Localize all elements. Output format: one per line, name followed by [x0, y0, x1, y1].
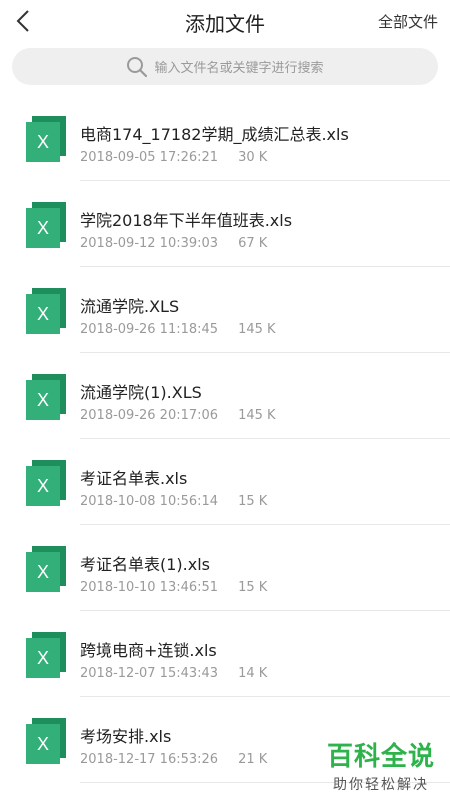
file-size: 15 K [238, 494, 268, 509]
file-item[interactable]: X 考场安排.xls 2018-12-17 16:53:26 21 K [0, 697, 450, 783]
file-name: 电商174_17182学期_成绩汇总表.xls [80, 125, 349, 144]
svg-text:X: X [37, 218, 49, 238]
file-meta: 2018-09-12 10:39:03 67 K [80, 236, 267, 251]
file-item[interactable]: X 学院2018年下半年值班表.xls 2018-09-12 10:39:03 6… [0, 181, 450, 267]
file-meta: 2018-09-26 11:18:45 145 K [80, 322, 276, 337]
file-date: 2018-09-26 11:18:45 [80, 322, 219, 337]
file-item[interactable]: X 考证名单表(1).xls 2018-10-10 13:46:51 15 K [0, 525, 450, 611]
file-size: 145 K [238, 408, 276, 423]
svg-text:X: X [37, 648, 49, 668]
file-date: 2018-09-26 20:17:06 [80, 408, 219, 423]
file-date: 2018-12-17 16:53:26 [80, 752, 219, 767]
search-bar[interactable]: 输入文件名或关键字进行搜索 [12, 48, 438, 85]
excel-file-icon: X [26, 546, 66, 592]
back-arrow-icon[interactable] [12, 8, 38, 34]
file-item[interactable]: X 考证名单表.xls 2018-10-08 10:56:14 15 K [0, 439, 450, 525]
file-list: X 电商174_17182学期_成绩汇总表.xls 2018-09-05 17:… [0, 95, 450, 783]
file-date: 2018-10-10 13:46:51 [80, 580, 219, 595]
excel-file-icon: X [26, 460, 66, 506]
file-date: 2018-09-12 10:39:03 [80, 236, 219, 251]
excel-file-icon: X [26, 374, 66, 420]
header: 添加文件 全部文件 [0, 0, 450, 42]
file-size: 67 K [238, 236, 268, 251]
file-item[interactable]: X 流通学院.XLS 2018-09-26 11:18:45 145 K [0, 267, 450, 353]
search-icon [127, 56, 148, 77]
excel-file-icon: X [26, 116, 66, 162]
file-name: 流通学院.XLS [80, 297, 180, 316]
file-item[interactable]: X 跨境电商+连锁.xls 2018-12-07 15:43:43 14 K [0, 611, 450, 697]
divider [80, 782, 450, 783]
file-size: 15 K [238, 580, 268, 595]
excel-file-icon: X [26, 632, 66, 678]
svg-text:X: X [37, 304, 49, 324]
excel-file-icon: X [26, 202, 66, 248]
svg-text:X: X [37, 734, 49, 754]
search-placeholder: 输入文件名或关键字进行搜索 [154, 61, 324, 76]
file-date: 2018-10-08 10:56:14 [80, 494, 219, 509]
svg-text:X: X [37, 390, 49, 410]
file-meta: 2018-12-17 16:53:26 21 K [80, 752, 267, 767]
file-name: 流通学院(1).XLS [80, 383, 202, 402]
file-name: 跨境电商+连锁.xls [80, 641, 217, 660]
file-name: 学院2018年下半年值班表.xls [80, 211, 293, 230]
svg-text:X: X [37, 562, 49, 582]
all-files-button[interactable]: 全部文件 [378, 11, 438, 32]
excel-file-icon: X [26, 288, 66, 334]
file-date: 2018-09-05 17:26:21 [80, 150, 219, 165]
file-size: 145 K [238, 322, 276, 337]
file-meta: 2018-09-26 20:17:06 145 K [80, 408, 276, 423]
file-item[interactable]: X 流通学院(1).XLS 2018-09-26 20:17:06 145 K [0, 353, 450, 439]
file-size: 30 K [238, 150, 268, 165]
excel-file-icon: X [26, 718, 66, 764]
file-item[interactable]: X 电商174_17182学期_成绩汇总表.xls 2018-09-05 17:… [0, 95, 450, 181]
file-date: 2018-12-07 15:43:43 [80, 666, 219, 681]
file-size: 21 K [238, 752, 268, 767]
file-size: 14 K [238, 666, 268, 681]
file-name: 考证名单表(1).xls [80, 555, 211, 574]
file-name: 考证名单表.xls [80, 469, 188, 488]
file-meta: 2018-10-08 10:56:14 15 K [80, 494, 267, 509]
file-meta: 2018-12-07 15:43:43 14 K [80, 666, 267, 681]
file-meta: 2018-09-05 17:26:21 30 K [80, 150, 267, 165]
file-meta: 2018-10-10 13:46:51 15 K [80, 580, 267, 595]
svg-text:X: X [37, 132, 49, 152]
svg-text:X: X [37, 476, 49, 496]
file-name: 考场安排.xls [80, 727, 172, 746]
